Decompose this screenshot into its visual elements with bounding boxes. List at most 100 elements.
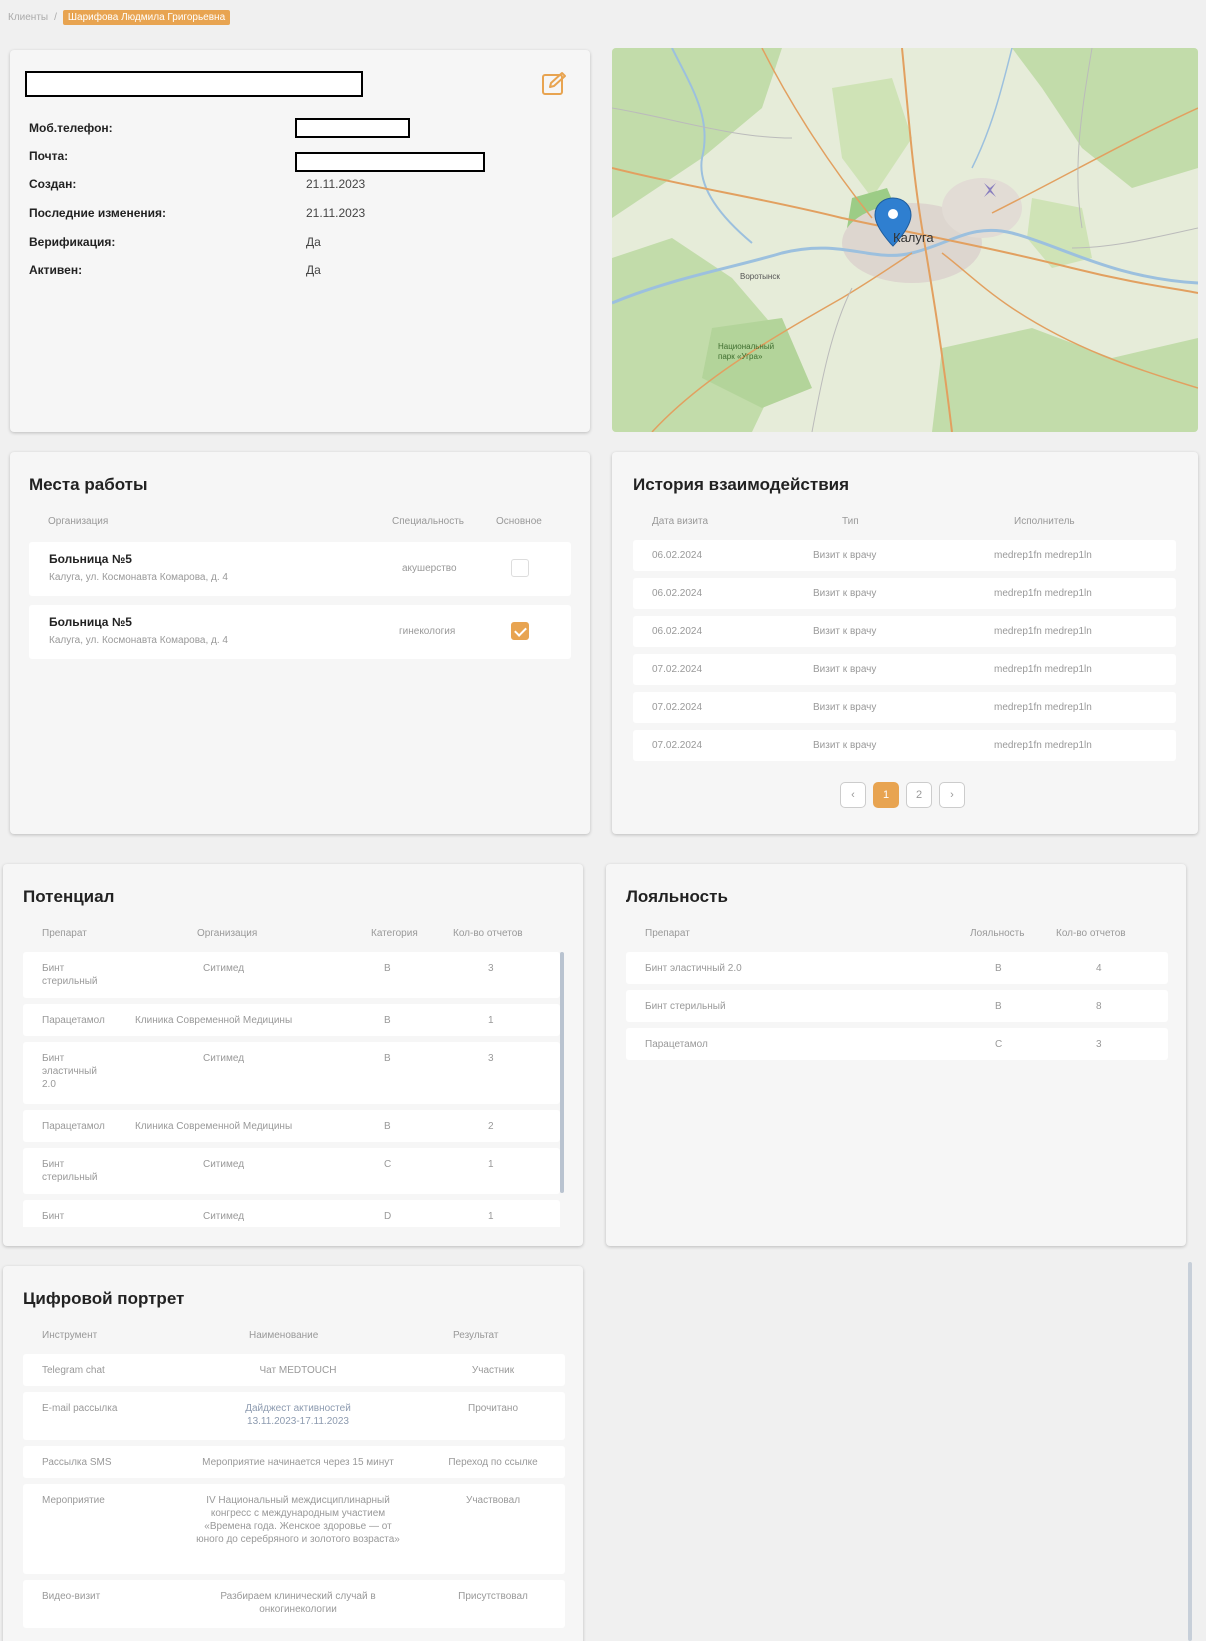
col-header-spec: Специальность: [392, 516, 464, 527]
page-scrollbar[interactable]: [1188, 1262, 1192, 1641]
digital-row[interactable]: Видео-визит Разбираем клинический случай…: [23, 1580, 565, 1628]
loyalty-count: 8: [1096, 1001, 1102, 1012]
col-header-tool: Инструмент: [42, 1330, 98, 1341]
potential-org: Клиника Современной Медицины: [135, 1121, 293, 1132]
loyalty-row[interactable]: Бинт эластичный 2.0 B 4: [626, 952, 1168, 984]
history-title: История взаимодействия: [633, 475, 850, 494]
digital-name: Мероприятие начинается через 15 минут: [202, 1457, 394, 1468]
potential-row[interactable]: Бинт Ситимед D 1: [23, 1200, 560, 1227]
col-header-org: Организация: [48, 516, 109, 527]
loyalty-value: B: [995, 1001, 1002, 1012]
col-header-exec: Исполнитель: [1014, 516, 1075, 527]
potential-scrollbar[interactable]: [560, 952, 564, 1193]
digital-result: Переход по ссылке: [448, 1457, 538, 1468]
col-header-org: Организация: [197, 928, 258, 939]
workplace-address: Калуга, ул. Космонавта Комарова, д. 4: [49, 572, 228, 583]
potential-drug: Бинт стерильный: [42, 1159, 98, 1183]
potential-title: Потенциал: [23, 887, 115, 906]
digital-result: Участвовал: [465, 1495, 521, 1506]
digital-name: Разбираем клинический случай в онкогинек…: [220, 1591, 376, 1615]
loyalty-row[interactable]: Парацетамол C 3: [626, 1028, 1168, 1060]
main-checkbox[interactable]: [511, 622, 529, 640]
potential-count: 1: [488, 1015, 494, 1026]
col-header-result: Результат: [453, 1330, 499, 1341]
digital-tool: Мероприятие: [42, 1495, 105, 1506]
workplace-name: Больница №5: [49, 552, 132, 566]
potential-count: 2: [488, 1121, 494, 1132]
col-header-loyalty: Лояльность: [970, 928, 1025, 939]
potential-drug: Парацетамол: [42, 1015, 105, 1026]
digital-row[interactable]: Мероприятие IV Национальный междисциплин…: [23, 1484, 565, 1574]
active-value: Да: [306, 263, 321, 277]
potential-drug: Бинт: [42, 1211, 65, 1222]
breadcrumb-separator: /: [54, 12, 57, 23]
potential-category: C: [384, 1159, 392, 1170]
col-header-date: Дата визита: [652, 516, 709, 527]
col-header-name: Наименование: [249, 1330, 319, 1341]
potential-row[interactable]: Парацетамол Клиника Современной Медицины…: [23, 1004, 560, 1036]
pager-page-button[interactable]: 2: [906, 782, 932, 808]
history-row[interactable]: 06.02.2024 Визит к врачу medrep1fn medre…: [633, 540, 1176, 571]
digital-row[interactable]: Telegram chat Чат MEDTOUCH Участник: [23, 1354, 565, 1386]
edit-icon[interactable]: [540, 70, 568, 98]
history-type: Визит к врачу: [813, 740, 877, 751]
workplace-spec: акушерство: [402, 563, 457, 574]
phone-value-redacted: [295, 118, 410, 138]
digital-name: Чат MEDTOUCH: [259, 1365, 337, 1376]
breadcrumb: Клиенты / Шарифова Людмила Григорьевна: [8, 10, 231, 25]
history-type: Визит к врачу: [813, 550, 877, 561]
phone-label: Моб.телефон:: [29, 121, 113, 135]
potential-card: Потенциал Препарат Организация Категория…: [3, 864, 583, 1246]
history-date: 06.02.2024: [652, 550, 703, 561]
history-row[interactable]: 07.02.2024 Визит к врачу medrep1fn medre…: [633, 692, 1176, 723]
modified-value: 21.11.2023: [306, 206, 366, 220]
location-map[interactable]: Калуга Воротынск Национальный парк «Угра…: [612, 48, 1198, 432]
digital-row[interactable]: E-mail рассылка Дайджест активностей 13.…: [23, 1392, 565, 1440]
digital-tool: Telegram chat: [42, 1365, 105, 1376]
potential-count: 1: [488, 1159, 494, 1170]
potential-row[interactable]: Бинт эластичный 2.0 Ситимед B 3: [23, 1042, 560, 1104]
history-exec: medrep1fn medrep1ln: [994, 626, 1092, 637]
history-date: 07.02.2024: [652, 740, 703, 751]
potential-org: Ситимед: [203, 1211, 245, 1222]
potential-count: 1: [488, 1211, 494, 1222]
potential-org: Ситимед: [203, 963, 245, 974]
history-date: 07.02.2024: [652, 702, 703, 713]
digital-row[interactable]: Рассылка SMS Мероприятие начинается чере…: [23, 1446, 565, 1478]
history-exec: medrep1fn medrep1ln: [994, 740, 1092, 751]
potential-row[interactable]: Бинт стерильный Ситимед C 1: [23, 1148, 560, 1194]
active-label: Активен:: [29, 263, 83, 277]
map-place-label: Национальный парк «Угра»: [718, 342, 775, 361]
potential-row[interactable]: Парацетамол Клиника Современной Медицины…: [23, 1110, 560, 1142]
history-type: Визит к врачу: [813, 588, 877, 599]
digital-result: Присутствовал: [458, 1591, 528, 1602]
history-row[interactable]: 06.02.2024 Визит к врачу medrep1fn medre…: [633, 578, 1176, 609]
pager-prev-button[interactable]: ‹: [840, 782, 866, 808]
history-exec: medrep1fn medrep1ln: [994, 702, 1092, 713]
history-row[interactable]: 07.02.2024 Визит к врачу medrep1fn medre…: [633, 654, 1176, 685]
digital-name: IV Национальный междисциплинарный конгре…: [196, 1495, 400, 1545]
pager-page-button[interactable]: 1: [873, 782, 899, 808]
history-date: 06.02.2024: [652, 626, 703, 637]
workplace-row[interactable]: Больница №5 Калуга, ул. Космонавта Комар…: [29, 605, 571, 659]
workplace-row[interactable]: Больница №5 Калуга, ул. Космонавта Комар…: [29, 542, 571, 596]
history-row[interactable]: 07.02.2024 Визит к врачу medrep1fn medre…: [633, 730, 1176, 761]
potential-org: Ситимед: [203, 1159, 245, 1170]
pager-next-button[interactable]: ›: [939, 782, 965, 808]
potential-table-body[interactable]: Бинт стерильный Ситимед B 3 Парацетамол …: [23, 952, 568, 1227]
digital-title: Цифровой портрет: [23, 1289, 185, 1308]
main-checkbox[interactable]: [511, 559, 529, 577]
col-header-type: Тип: [842, 516, 859, 527]
col-header-drug: Препарат: [645, 928, 690, 939]
potential-category: B: [384, 1121, 391, 1132]
loyalty-drug: Бинт эластичный 2.0: [645, 963, 742, 974]
workplaces-title: Места работы: [29, 475, 148, 494]
potential-row[interactable]: Бинт стерильный Ситимед B 3: [23, 952, 560, 998]
potential-drug: Бинт эластичный 2.0: [42, 1053, 97, 1090]
map-place-label: Воротынск: [740, 272, 780, 281]
history-row[interactable]: 06.02.2024 Визит к врачу medrep1fn medre…: [633, 616, 1176, 647]
col-header-main: Основное: [496, 516, 542, 527]
digital-result: Участник: [471, 1365, 515, 1376]
loyalty-row[interactable]: Бинт стерильный B 8: [626, 990, 1168, 1022]
breadcrumb-root[interactable]: Клиенты: [8, 12, 48, 23]
